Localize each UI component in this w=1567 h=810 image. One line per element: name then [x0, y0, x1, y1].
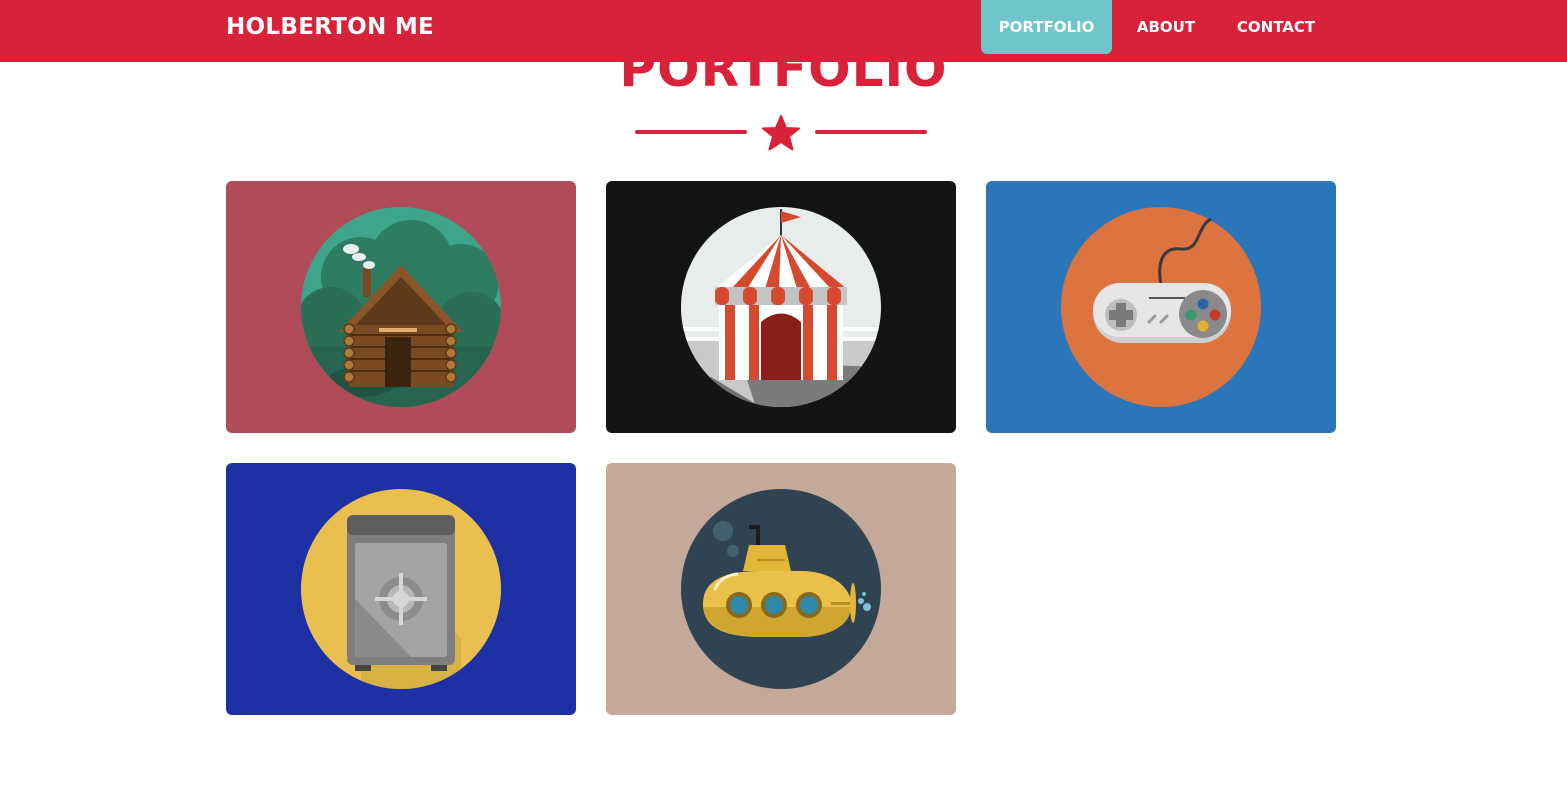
portfolio-item-safe[interactable]: [226, 463, 576, 715]
portfolio-item-circus-tent[interactable]: [606, 181, 956, 433]
navbar: HOLBERTON ME PORTFOLIO ABOUT CONTACT: [0, 0, 1567, 62]
portfolio-item-game-controller[interactable]: [986, 181, 1336, 433]
nav-link-portfolio[interactable]: PORTFOLIO: [981, 0, 1112, 54]
divider-line-left: [635, 130, 747, 134]
safe-icon: [301, 489, 501, 689]
star-icon: [762, 115, 800, 151]
brand-logo[interactable]: HOLBERTON ME: [226, 0, 434, 54]
portfolio-item-cabin[interactable]: [226, 181, 576, 433]
divider-line-right: [815, 130, 927, 134]
submarine-icon: [681, 489, 881, 689]
game-controller-icon: [1061, 207, 1261, 407]
nav-link-contact[interactable]: CONTACT: [1220, 0, 1332, 54]
nav-link-about[interactable]: ABOUT: [1120, 0, 1212, 54]
portfolio-item-submarine[interactable]: [606, 463, 956, 715]
cabin-icon: [301, 207, 501, 407]
circus-tent-icon: [681, 207, 881, 407]
